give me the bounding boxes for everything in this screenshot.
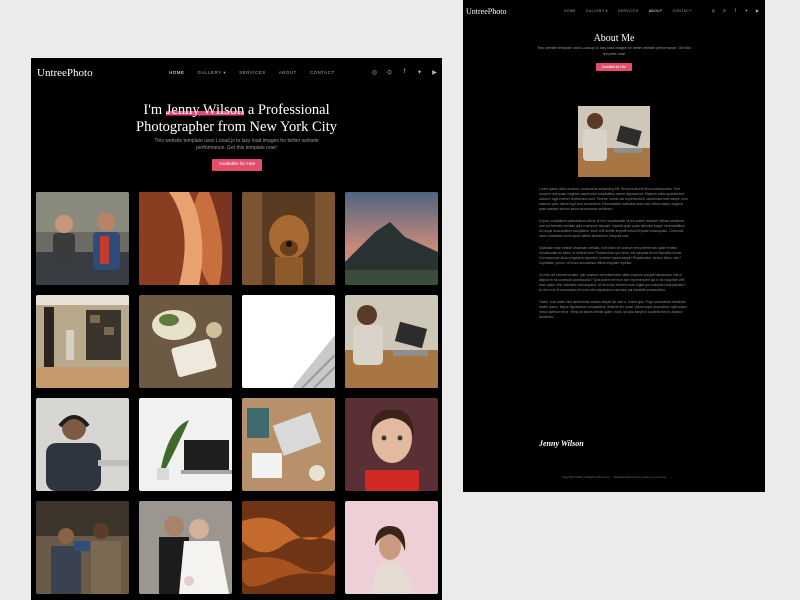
hire-button[interactable]: Available for Hire [596, 63, 632, 71]
about-paragraph: Ut enim ad minima veniam, quis nostrum e… [539, 273, 686, 292]
instagram-icon[interactable]: ◎ [708, 8, 719, 13]
about-paragraph: Molestiae esse beatae obcaecati veritati… [539, 246, 683, 265]
about-paragraph: In ipsa, voluptatum praesentium dolore u… [539, 219, 686, 238]
dribbble-icon[interactable]: ⊙ [382, 69, 397, 76]
nav-about[interactable]: ABOUT [279, 70, 297, 76]
hire-button[interactable]: Available for Hire [212, 159, 262, 171]
hero-title: I'm Jenny Wilson a Professional Photogra… [31, 102, 442, 136]
footer-copyright: Copyright ©2021. All Rights Reserved. — … [561, 475, 667, 479]
nav-contact[interactable]: CONTACT [310, 70, 335, 76]
about-paragraph: Lorem ipsum dolor sit amet, consectetur … [539, 187, 688, 211]
main-nav: HOME GALLERY ▾ SERVICES ABOUT CONTACT [564, 9, 702, 13]
photo-modern-interior[interactable] [36, 295, 129, 388]
homepage-panel: UntreePhoto HOME GALLERY ▾ SERVICES ABOU… [31, 58, 442, 600]
about-subtitle: This website template uses Lozad.js to l… [537, 46, 691, 56]
photo-woman-portrait[interactable] [345, 398, 438, 491]
social-links: ◎ ⊙ f ✦ ▶ [367, 69, 442, 76]
twitter-icon[interactable]: ✦ [412, 69, 427, 76]
facebook-icon[interactable]: f [730, 8, 741, 13]
photo-person-laptop-desk[interactable] [345, 295, 438, 388]
hero-title-line2: Photographer from New York City [136, 119, 337, 135]
photo-mountain-sunset[interactable] [345, 192, 438, 285]
photo-office-meeting[interactable] [36, 501, 129, 594]
instagram-icon[interactable]: ◎ [367, 69, 382, 76]
photo-woman-pink-sky[interactable] [345, 501, 438, 594]
photo-friends-laughing[interactable] [36, 192, 129, 285]
photo-man-headphones[interactable] [36, 398, 129, 491]
about-paragraph: Totam, eum animi nihil perferendis venia… [539, 300, 687, 319]
facebook-icon[interactable]: f [397, 69, 412, 76]
hero-subtitle: This website template uses Lozad.js to l… [154, 138, 319, 151]
photo-white-building[interactable] [242, 295, 335, 388]
youtube-icon[interactable]: ▶ [752, 8, 763, 13]
hero-title-prefix: I'm [143, 102, 166, 118]
twitter-icon[interactable]: ✦ [741, 8, 752, 13]
photo-wedding-couple[interactable] [139, 501, 232, 594]
about-body: Lorem ipsum dolor sit amet, consectetur … [539, 187, 689, 327]
nav-gallery[interactable]: GALLERY ▾ [198, 70, 227, 76]
social-links: ◎ ⊙ f ✦ ▶ [708, 8, 763, 13]
hero-title-name: Jenny Wilson [165, 102, 245, 118]
about-title: About Me [593, 33, 635, 44]
nav-services[interactable]: SERVICES [239, 70, 266, 76]
nav-home[interactable]: HOME [169, 70, 185, 76]
photo-dog-in-doorway[interactable] [242, 192, 335, 285]
gallery-grid [36, 192, 438, 594]
site-logo[interactable]: UntreePhoto [466, 7, 506, 16]
nav-contact[interactable]: CONTACT [673, 9, 692, 13]
nav-gallery[interactable]: GALLERY ▾ [586, 9, 608, 13]
about-photo [578, 106, 650, 177]
signature: Jenny Wilson [539, 439, 584, 448]
nav-services[interactable]: SERVICES [618, 9, 639, 13]
main-nav: HOME GALLERY ▾ SERVICES ABOUT CONTACT [169, 70, 348, 76]
photo-desk-overhead[interactable] [242, 398, 335, 491]
nav-about[interactable]: ABOUT [649, 9, 663, 13]
hero-title-suffix: a Professional [244, 102, 330, 118]
nav-home[interactable]: HOME [564, 9, 576, 13]
dribbble-icon[interactable]: ⊙ [719, 8, 730, 13]
photo-food-flatlay[interactable] [139, 295, 232, 388]
photo-desert-canyon[interactable] [139, 192, 232, 285]
about-page-panel: UntreePhoto HOME GALLERY ▾ SERVICES ABOU… [463, 0, 765, 492]
photo-abstract-rock[interactable] [242, 501, 335, 594]
youtube-icon[interactable]: ▶ [427, 69, 442, 76]
photo-plant-laptop[interactable] [139, 398, 232, 491]
site-logo[interactable]: UntreePhoto [37, 67, 93, 79]
